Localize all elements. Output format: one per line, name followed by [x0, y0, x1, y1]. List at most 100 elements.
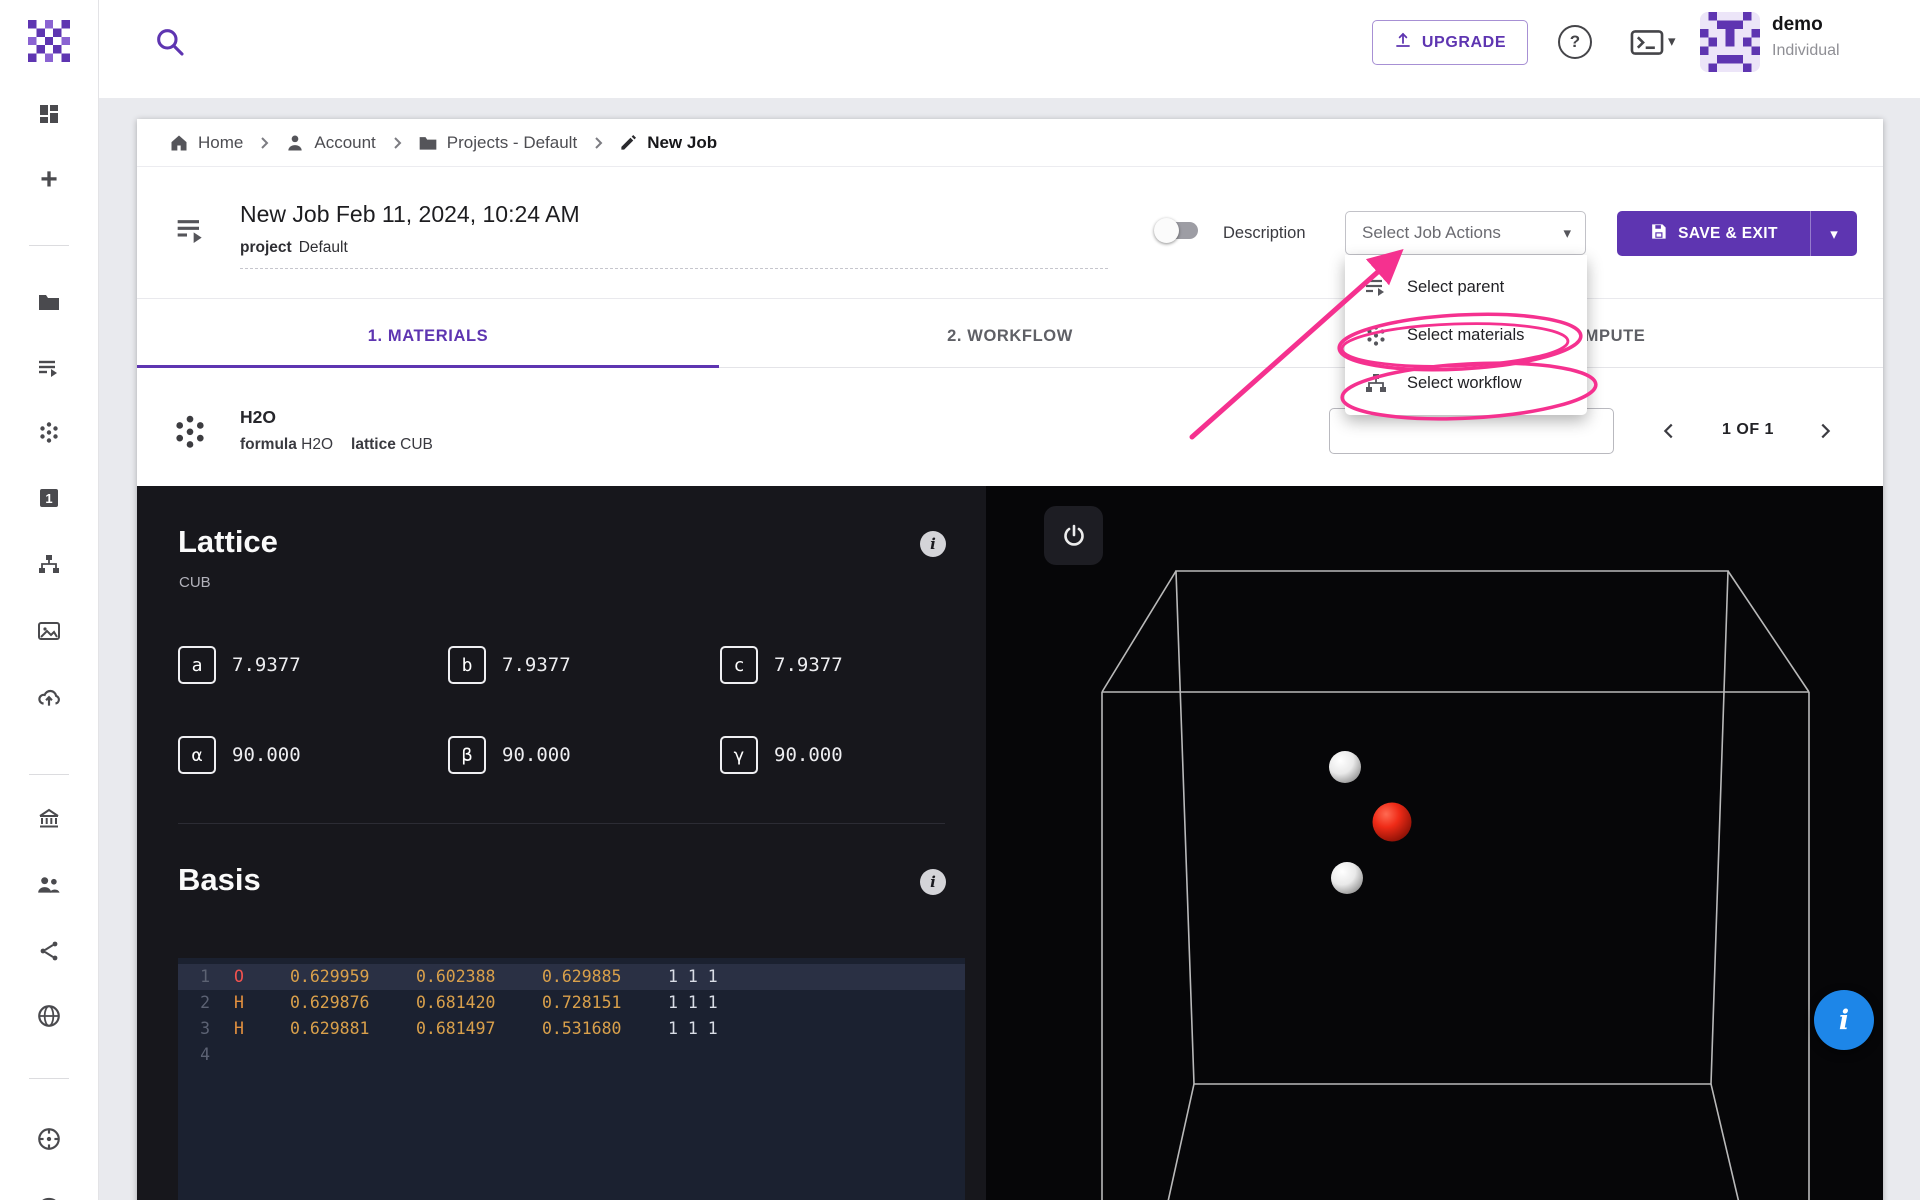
sidebar: + 1 [0, 0, 99, 1200]
tab-materials[interactable]: 1. MATERIALS [137, 306, 719, 368]
avatar[interactable] [1700, 12, 1760, 72]
formula-label: formula [240, 436, 297, 453]
project-label: project [240, 239, 292, 256]
dashboard-icon[interactable] [36, 101, 62, 127]
basis-info-icon[interactable]: i [920, 869, 946, 895]
svg-text:1: 1 [45, 491, 52, 506]
param-value[interactable]: 7.9377 [232, 654, 301, 676]
viewer-info-fab[interactable]: i [1814, 990, 1874, 1050]
chevron-down-icon: ▾ [1563, 225, 1571, 242]
breadcrumb-new-job[interactable]: New Job [619, 133, 717, 153]
lattice-title: Lattice [178, 524, 278, 559]
param-value[interactable]: 7.9377 [502, 654, 571, 676]
breadcrumb: Home Account Projects - Default New Job [137, 119, 1883, 167]
lattice-value: CUB [400, 436, 433, 453]
viewer-power-button[interactable] [1044, 506, 1103, 565]
basis-line: 2 H 0.629876 0.681420 0.728151 1 1 1 [200, 993, 718, 1012]
organization-icon[interactable] [36, 806, 62, 832]
basis-editor[interactable]: 1 O 0.629959 0.602388 0.629885 1 1 1 2 H 0.6298… [178, 958, 965, 1200]
menu-item-select-materials[interactable]: Select materials [1345, 311, 1587, 359]
team-icon[interactable] [36, 872, 62, 898]
crystal-viewport[interactable] [986, 486, 1883, 1200]
explore-dial-icon[interactable] [36, 1126, 62, 1152]
web-icon[interactable] [36, 1003, 62, 1029]
panel-divider [178, 823, 945, 824]
param-symbol: b [448, 646, 486, 684]
param-value[interactable]: 90.000 [502, 744, 571, 766]
user-name[interactable]: demo [1772, 14, 1823, 36]
help-icon[interactable]: ? [1558, 25, 1592, 59]
material-cluster-icon [171, 412, 209, 450]
lattice-param-alpha: α 90.000 [178, 736, 301, 774]
sidebar-divider [29, 1078, 69, 1079]
home-icon [171, 135, 187, 150]
description-label: Description [1223, 224, 1306, 242]
lattice-param-gamma: γ 90.000 [720, 736, 843, 774]
media-icon[interactable] [36, 618, 62, 644]
cloud-upload-icon[interactable] [36, 684, 62, 710]
project-value: Default [298, 239, 348, 256]
chevron-right-icon [261, 136, 269, 149]
breadcrumb-projects[interactable]: Projects - Default [418, 133, 577, 153]
save-options-caret[interactable]: ▾ [1810, 211, 1857, 256]
job-actions-dropdown[interactable]: Select Job Actions ▾ [1345, 211, 1586, 255]
unit-one-icon[interactable]: 1 [36, 485, 62, 511]
breadcrumb-home[interactable]: Home [169, 133, 243, 153]
step-tabs: 1. MATERIALS 2. WORKFLOW 3. COMPUTE [137, 306, 1883, 368]
select-parent-icon [1363, 274, 1389, 300]
job-project-line: project Default [240, 239, 1108, 269]
atom-oxygen[interactable] [1372, 802, 1412, 842]
sidebar-divider [29, 774, 69, 775]
param-value[interactable]: 90.000 [774, 744, 843, 766]
section-divider [137, 298, 1883, 299]
material-next-button[interactable] [1804, 410, 1846, 452]
atom-hydrogen-1[interactable] [1329, 751, 1361, 783]
console-icon[interactable] [1630, 29, 1664, 56]
param-symbol: α [178, 736, 216, 774]
material-prev-button[interactable] [1648, 410, 1690, 452]
job-actions-menu: Select parent Select materials Select wo… [1345, 255, 1587, 415]
menu-item-select-parent[interactable]: Select parent [1345, 263, 1587, 311]
tab-workflow[interactable]: 2. WORKFLOW [719, 306, 1301, 367]
search-icon[interactable] [154, 26, 186, 58]
save-exit-button[interactable]: SAVE & EXIT ▾ [1617, 211, 1857, 256]
lattice-type: CUB [179, 574, 211, 591]
param-value[interactable]: 90.000 [232, 744, 301, 766]
toggle-thumb [1154, 218, 1179, 243]
power-icon [1063, 524, 1084, 546]
materials-icon[interactable] [36, 419, 62, 445]
person-icon [288, 135, 303, 150]
menu-item-select-workflow[interactable]: Select workflow [1345, 359, 1587, 407]
lattice-param-a: a 7.9377 [178, 646, 301, 684]
lattice-param-beta: β 90.000 [448, 736, 571, 774]
upgrade-button[interactable]: UPGRADE [1372, 20, 1528, 65]
crystal-viewer-panel[interactable]: i [986, 486, 1883, 1200]
description-toggle[interactable] [1154, 218, 1198, 243]
chevron-right-icon [1821, 423, 1831, 439]
param-value[interactable]: 7.9377 [774, 654, 843, 676]
formula-value: H2O [301, 436, 334, 453]
select-workflow-icon [1363, 370, 1389, 396]
create-new-icon[interactable]: + [36, 165, 62, 195]
breadcrumb-account[interactable]: Account [285, 133, 376, 153]
jobs-list-icon[interactable] [36, 356, 62, 382]
param-symbol: β [448, 736, 486, 774]
atom-hydrogen-2[interactable] [1331, 862, 1363, 894]
chevron-right-icon [595, 136, 603, 149]
select-materials-icon [1363, 322, 1389, 348]
lattice-info-icon[interactable]: i [920, 531, 946, 557]
basis-line: 3 H 0.629881 0.681497 0.531680 1 1 1 [200, 1019, 718, 1038]
basis-line: 4 [200, 1045, 210, 1064]
user-plan: Individual [1772, 42, 1840, 59]
projects-folder-icon[interactable] [36, 289, 62, 315]
lattice-basis-panel: Lattice i CUB a 7.9377 b 7.9377 c 7.9377… [137, 486, 986, 1200]
workflows-icon[interactable] [36, 551, 62, 577]
app-logo-icon[interactable] [28, 20, 70, 62]
job-playlist-icon [175, 215, 207, 247]
history-icon[interactable] [36, 1186, 62, 1200]
console-caret-icon[interactable]: ▾ [1668, 32, 1676, 50]
share-icon[interactable] [36, 938, 62, 964]
basis-title: Basis [178, 862, 261, 897]
chevron-left-icon [1663, 423, 1673, 439]
lattice-param-c: c 7.9377 [720, 646, 843, 684]
